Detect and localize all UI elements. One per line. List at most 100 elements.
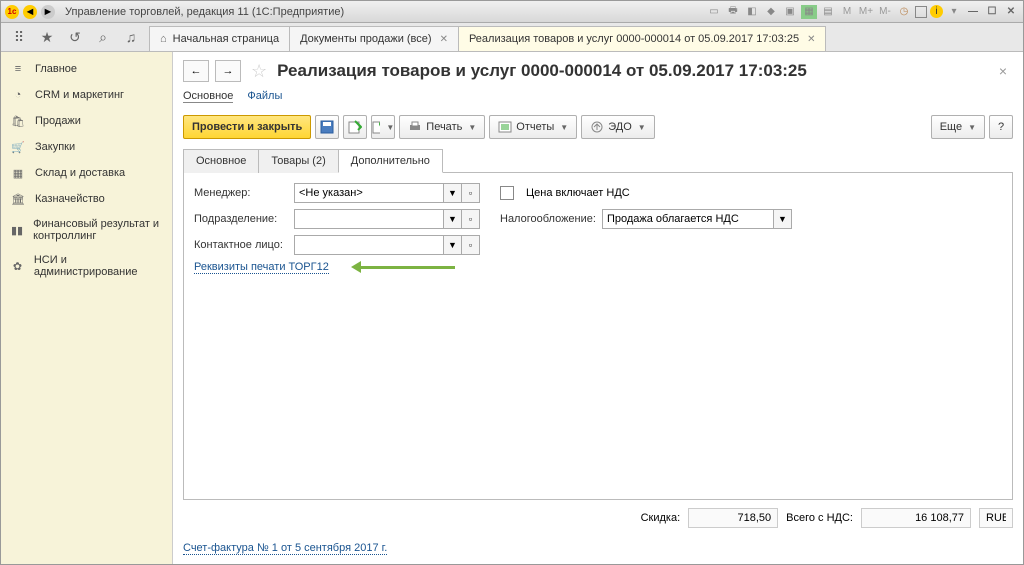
sidebar-item-finance[interactable]: ▮▮Финансовый результат и контроллинг	[1, 212, 172, 248]
info-icon[interactable]: i	[930, 5, 943, 18]
open-button[interactable]: ▫	[462, 209, 480, 229]
tb-box-icon[interactable]	[915, 6, 927, 18]
sidebar-item-sales[interactable]: 🛍 Продажи	[1, 108, 172, 134]
close-icon[interactable]: ✕	[440, 34, 448, 45]
price-includes-vat-checkbox[interactable]	[500, 186, 514, 200]
open-button[interactable]: ▫	[462, 183, 480, 203]
window-minimize[interactable]: —	[965, 5, 981, 19]
document-title: Реализация товаров и услуг 0000-000014 о…	[277, 61, 807, 81]
sidebar-label: НСИ и администрирование	[34, 254, 162, 278]
sidebar-label: CRM и маркетинг	[35, 89, 124, 101]
tb-icon-2[interactable]: ◧	[744, 5, 760, 19]
help-button[interactable]: ?	[989, 115, 1013, 139]
cart-icon: 🛒	[11, 140, 25, 154]
star-icon[interactable]: ☆	[251, 61, 267, 82]
chevron-down-icon: ▼	[386, 123, 394, 132]
division-input[interactable]	[294, 209, 444, 229]
boxes-icon: ▦	[11, 166, 25, 180]
inner-tab-goods[interactable]: Товары (2)	[258, 149, 338, 173]
calendar-icon[interactable]: ▦	[801, 5, 817, 19]
window-maximize[interactable]: ☐	[984, 5, 1000, 19]
open-button[interactable]: ▫	[462, 235, 480, 255]
print-icon[interactable]: 🖶	[725, 5, 741, 19]
post-button[interactable]	[343, 115, 367, 139]
chevron-down-icon: ▼	[638, 123, 646, 132]
search-icon[interactable]: ⌕	[89, 23, 117, 51]
history-icon[interactable]: ↺	[61, 23, 89, 51]
favorite-icon[interactable]: ★	[33, 23, 61, 51]
window-close[interactable]: ✕	[1003, 5, 1019, 19]
tab-realization[interactable]: Реализация товаров и услуг 0000-000014 о…	[458, 26, 827, 51]
dropdown-button[interactable]: ▼	[774, 209, 792, 229]
edo-label: ЭДО	[608, 121, 632, 133]
tb-icon-3[interactable]: ◆	[763, 5, 779, 19]
forward-button[interactable]: →	[215, 60, 241, 82]
reports-button[interactable]: Отчеты▼	[489, 115, 577, 139]
dropdown-button[interactable]: ▼	[444, 183, 462, 203]
dropdown-button[interactable]: ▼	[444, 209, 462, 229]
apps-icon[interactable]: ⠿	[5, 23, 33, 51]
nav-fwd-icon[interactable]: ►	[41, 5, 55, 19]
sidebar-item-purchase[interactable]: 🛒 Закупки	[1, 134, 172, 160]
invoice-link[interactable]: Счет-фактура № 1 от 5 сентября 2017 г.	[183, 542, 387, 555]
currency-value	[979, 508, 1013, 528]
clock-icon[interactable]: ◷	[896, 5, 912, 19]
m-icon[interactable]: M	[839, 5, 855, 19]
tab-home[interactable]: ⌂ Начальная страница	[149, 26, 290, 51]
tab-documents[interactable]: Документы продажи (все) ✕	[289, 26, 459, 51]
print-button[interactable]: Печать ▼	[399, 115, 485, 139]
tab-realization-label: Реализация товаров и услуг 0000-000014 о…	[469, 33, 799, 45]
dropdown-button[interactable]: ▼	[444, 235, 462, 255]
chevron-down-icon: ▼	[560, 123, 568, 132]
sidebar-label: Продажи	[35, 115, 81, 127]
calc-icon[interactable]: ▤	[820, 5, 836, 19]
bag-icon: 🛍	[11, 114, 25, 128]
bell-icon[interactable]: ♫	[117, 23, 145, 51]
m-plus-icon[interactable]: M+	[858, 5, 874, 19]
inner-tab-main[interactable]: Основное	[183, 149, 259, 173]
tb-icon-1[interactable]: ▭	[706, 5, 722, 19]
print-label: Печать	[426, 121, 462, 133]
back-button[interactable]: ←	[183, 60, 209, 82]
manager-input[interactable]	[294, 183, 444, 203]
sidebar-label: Казначейство	[35, 193, 105, 205]
torg12-link[interactable]: Реквизиты печати ТОРГ12	[194, 261, 329, 274]
create-based-button[interactable]: ▼	[371, 115, 395, 139]
sidebar-label: Закупки	[35, 141, 75, 153]
nav-back-icon[interactable]: ◄	[23, 5, 37, 19]
sidebar-label: Главное	[35, 63, 77, 75]
tax-input[interactable]	[602, 209, 774, 229]
m-minus-icon[interactable]: M-	[877, 5, 893, 19]
manager-label: Менеджер:	[194, 187, 288, 199]
post-and-close-button[interactable]: Провести и закрыть	[183, 115, 311, 139]
contact-input[interactable]	[294, 235, 444, 255]
close-icon[interactable]: ✕	[807, 34, 815, 45]
discount-label: Скидка:	[641, 512, 681, 524]
edo-button[interactable]: ЭДО ▼	[581, 115, 654, 139]
subnav-files[interactable]: Файлы	[247, 90, 282, 103]
save-button[interactable]	[315, 115, 339, 139]
chevron-down-icon: ▼	[968, 123, 976, 132]
subnav-main[interactable]: Основное	[183, 90, 233, 103]
tax-label: Налогообложение:	[500, 213, 596, 225]
document-close[interactable]: ×	[993, 63, 1013, 79]
bank-icon: 🏛	[11, 192, 25, 206]
tb-icon-4[interactable]: ▣	[782, 5, 798, 19]
more-button[interactable]: Еще ▼	[931, 115, 985, 139]
dropdown-icon[interactable]: ▾	[946, 5, 962, 19]
sidebar-item-admin[interactable]: ✿НСИ и администрирование	[1, 248, 172, 284]
inner-tab-extra[interactable]: Дополнительно	[338, 149, 443, 173]
more-label: Еще	[940, 121, 962, 133]
price-vat-label: Цена включает НДС	[526, 187, 630, 199]
tab-home-label: Начальная страница	[173, 33, 279, 45]
sidebar-item-treasury[interactable]: 🏛 Казначейство	[1, 186, 172, 212]
total-value	[861, 508, 971, 528]
main-tabs: ⠿ ★ ↺ ⌕ ♫ ⌂ Начальная страница Документы…	[1, 23, 1023, 52]
bars-icon: ▮▮	[11, 223, 23, 237]
sidebar-item-main[interactable]: ≡Главное	[1, 56, 172, 82]
chevron-down-icon: ▼	[468, 123, 476, 132]
sidebar-item-warehouse[interactable]: ▦ Склад и доставка	[1, 160, 172, 186]
sidebar-item-crm[interactable]: ◔CRM и маркетинг	[1, 82, 172, 108]
sidebar-label: Склад и доставка	[35, 167, 125, 179]
total-label: Всего с НДС:	[786, 512, 853, 524]
